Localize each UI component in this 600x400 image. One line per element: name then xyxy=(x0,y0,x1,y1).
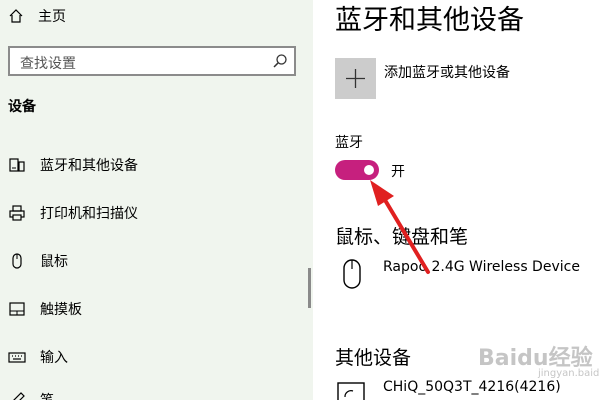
sidebar-item-label: 鼠标 xyxy=(40,254,68,270)
device-name: CHiQ_50Q3T_4216(4216) xyxy=(383,379,561,395)
search-icon[interactable] xyxy=(272,53,288,69)
sidebar-item-input[interactable]: 输入 xyxy=(0,341,300,373)
add-device-label[interactable]: 添加蓝牙或其他设备 xyxy=(384,62,510,82)
device-name: Rapoo 2.4G Wireless Device xyxy=(383,259,580,275)
keyboard-icon xyxy=(8,352,26,363)
sidebar-item-label: 蓝牙和其他设备 xyxy=(40,158,138,174)
sidebar-item-label: 笔 xyxy=(40,390,54,400)
toggle-knob xyxy=(364,165,374,175)
sidebar-item-bluetooth[interactable]: 蓝牙和其他设备 xyxy=(0,149,300,181)
sidebar-item-label: 输入 xyxy=(40,350,68,366)
mouse-icon xyxy=(12,253,22,269)
bluetooth-heading: 蓝牙 xyxy=(335,135,363,151)
mouse-device-icon xyxy=(343,259,361,289)
home-icon xyxy=(9,9,23,23)
other-devices-heading: 其他设备 xyxy=(335,347,412,369)
plus-icon xyxy=(346,69,365,88)
sidebar-item-label: 打印机和扫描仪 xyxy=(40,206,138,222)
bluetooth-devices-icon xyxy=(9,158,25,172)
bluetooth-state-label: 开 xyxy=(391,164,405,180)
device-chiq[interactable]: CHiQ_50Q3T_4216(4216) xyxy=(335,377,561,400)
sidebar-item-touchpad[interactable]: 触摸板 xyxy=(0,293,300,325)
sidebar-item-pen[interactable]: 笔 xyxy=(0,384,300,400)
sidebar-item-mouse[interactable]: 鼠标 xyxy=(0,245,300,277)
mouse-keyboard-pen-heading: 鼠标、键盘和笔 xyxy=(335,226,469,248)
add-device-button[interactable] xyxy=(335,58,376,99)
sidebar-item-printers[interactable]: 打印机和扫描仪 xyxy=(0,197,300,229)
search-input[interactable]: 查找设置 xyxy=(8,46,296,76)
home-nav-item[interactable]: 主页 xyxy=(8,3,66,29)
settings-sidebar: 主页 查找设置 设备 蓝牙和其他设备 打印机和扫描仪 鼠标 触摸板 输入 xyxy=(0,0,313,400)
bluetooth-toggle[interactable] xyxy=(335,160,379,180)
pen-icon xyxy=(13,392,25,400)
section-heading-devices: 设备 xyxy=(8,99,36,115)
printer-icon xyxy=(9,205,25,221)
device-rapoo[interactable]: Rapoo 2.4G Wireless Device xyxy=(335,257,580,291)
watermark-url: jingyan.baidu.com xyxy=(538,368,600,379)
sidebar-scrollbar[interactable] xyxy=(308,268,311,308)
page-title: 蓝牙和其他设备 xyxy=(335,5,524,36)
touchpad-icon xyxy=(9,302,25,316)
search-placeholder: 查找设置 xyxy=(20,56,76,72)
home-label: 主页 xyxy=(38,9,66,25)
sidebar-item-label: 触摸板 xyxy=(40,302,82,318)
wireless-display-icon xyxy=(337,382,365,400)
